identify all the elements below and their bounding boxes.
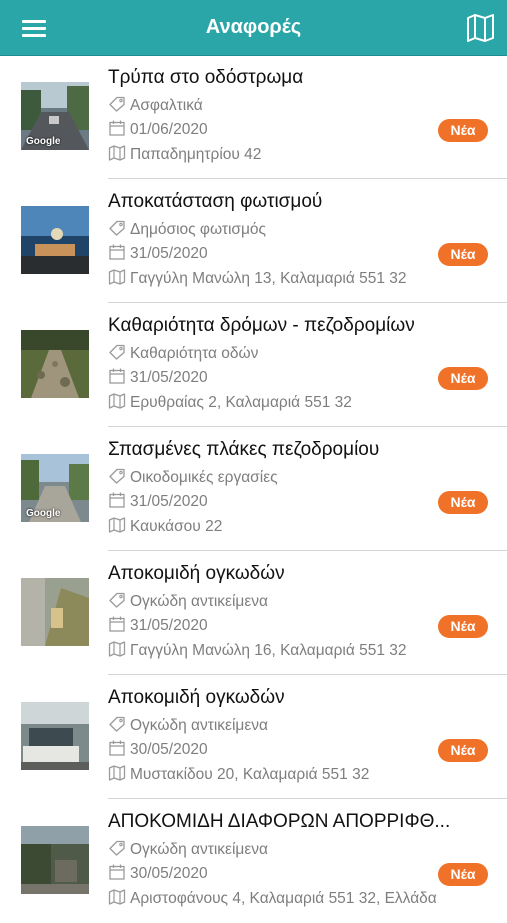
map-icon (108, 765, 126, 781)
report-date: 30/05/2020 (108, 864, 208, 883)
report-item[interactable]: ΑΠΟΚΟΜΙΔΗ ΔΙΑΦΟΡΩΝ ΑΠΟΡΡΙΦΘ... Ογκώδη αν… (0, 799, 507, 923)
map-icon[interactable] (464, 12, 498, 44)
report-category: Ογκώδη αντικείμενα (108, 592, 268, 611)
status-badge: Νέα (438, 119, 488, 142)
report-category: Ογκώδη αντικείμενα (108, 840, 268, 859)
report-photo: Google (21, 82, 89, 150)
report-category: Ογκώδη αντικείμενα (108, 716, 268, 735)
status-badge: Νέα (438, 367, 488, 390)
address-label: Γαγγύλη Μανώλη 13, Καλαμαριά 551 32 (130, 270, 407, 287)
report-title: Σπασμένες πλάκες πεζοδρομίου (108, 439, 380, 460)
report-address: Ερυθραίας 2, Καλαμαριά 551 32 (108, 393, 352, 412)
date-label: 30/05/2020 (130, 865, 208, 882)
category-label: Καθαριότητα οδών (130, 345, 259, 362)
status-badge: Νέα (438, 863, 488, 886)
map-icon (108, 889, 126, 905)
calendar-icon (108, 492, 126, 508)
category-label: Ογκώδη αντικείμενα (130, 717, 268, 734)
date-label: 31/05/2020 (130, 245, 208, 262)
report-item[interactable]: Google Σπασμένες πλάκες πεζοδρομίου Οικο… (0, 427, 507, 551)
address-label: Ερυθραίας 2, Καλαμαριά 551 32 (130, 394, 352, 411)
report-photo (21, 578, 89, 646)
status-badge: Νέα (438, 491, 488, 514)
category-label: Δημόσιος φωτισμός (130, 221, 267, 238)
tag-icon (108, 96, 126, 112)
calendar-icon (108, 244, 126, 260)
report-title: Καθαριότητα δρόμων - πεζοδρομίων (108, 315, 415, 336)
address-label: Παπαδημητρίου 42 (130, 146, 262, 163)
report-address: Μυστακίδου 20, Καλαμαριά 551 32 (108, 765, 369, 784)
report-title: Αποκομιδή ογκωδών (108, 563, 285, 584)
report-title: ΑΠΟΚΟΜΙΔΗ ΔΙΑΦΟΡΩΝ ΑΠΟΡΡΙΦΘ... (108, 811, 451, 832)
category-label: Ογκώδη αντικείμενα (130, 841, 268, 858)
calendar-icon (108, 120, 126, 136)
category-label: Οικοδομικές εργασίες (130, 469, 278, 486)
report-title: Τρύπα στο οδόστρωμα (108, 67, 304, 88)
calendar-icon (108, 740, 126, 756)
map-icon (108, 145, 126, 161)
report-address: Γαγγύλη Μανώλη 13, Καλαμαριά 551 32 (108, 269, 407, 288)
report-photo (21, 702, 89, 770)
report-category: Δημόσιος φωτισμός (108, 220, 266, 239)
report-date: 31/05/2020 (108, 368, 208, 387)
report-item[interactable]: Google Τρύπα στο οδόστρωμα Ασφαλτικά 01/… (0, 55, 507, 179)
address-label: Μυστακίδου 20, Καλαμαριά 551 32 (130, 766, 370, 783)
report-date: 30/05/2020 (108, 740, 208, 759)
report-address: Αριστοφάνους 4, Καλαμαριά 551 32, Ελλάδα (108, 889, 437, 908)
report-photo (21, 826, 89, 894)
report-address: Γαγγύλη Μανώλη 16, Καλαμαριά 551 32 (108, 641, 407, 660)
tag-icon (108, 468, 126, 484)
calendar-icon (108, 864, 126, 880)
date-label: 01/06/2020 (130, 121, 208, 138)
report-item[interactable]: Καθαριότητα δρόμων - πεζοδρομίων Καθαριό… (0, 303, 507, 427)
tag-icon (108, 344, 126, 360)
report-item[interactable]: Αποκομιδή ογκωδών Ογκώδη αντικείμενα 30/… (0, 675, 507, 799)
address-label: Καυκάσου 22 (130, 518, 223, 535)
date-label: 31/05/2020 (130, 369, 208, 386)
date-label: 31/05/2020 (130, 493, 208, 510)
map-icon (108, 517, 126, 533)
report-photo (21, 206, 89, 274)
map-icon (108, 393, 126, 409)
report-address: Παπαδημητρίου 42 (108, 145, 261, 164)
report-photo (21, 330, 89, 398)
app-bar: Αναφορές (0, 0, 507, 56)
tag-icon (108, 716, 126, 732)
report-category: Ασφαλτικά (108, 96, 203, 115)
report-item[interactable]: Αποκομιδή ογκωδών Ογκώδη αντικείμενα 31/… (0, 551, 507, 675)
report-date: 31/05/2020 (108, 244, 208, 263)
report-category: Καθαριότητα οδών (108, 344, 258, 363)
report-title: Αποκομιδή ογκωδών (108, 687, 285, 708)
map-icon (108, 641, 126, 657)
report-category: Οικοδομικές εργασίες (108, 468, 278, 487)
address-label: Αριστοφάνους 4, Καλαμαριά 551 32, Ελλάδα (130, 890, 437, 907)
category-label: Ογκώδη αντικείμενα (130, 593, 268, 610)
category-label: Ασφαλτικά (130, 97, 203, 114)
status-badge: Νέα (438, 739, 488, 762)
address-label: Γαγγύλη Μανώλη 16, Καλαμαριά 551 32 (130, 642, 407, 659)
tag-icon (108, 840, 126, 856)
google-watermark: Google (26, 508, 61, 519)
tag-icon (108, 592, 126, 608)
tag-icon (108, 220, 126, 236)
date-label: 30/05/2020 (130, 741, 208, 758)
status-badge: Νέα (438, 615, 488, 638)
map-icon (108, 269, 126, 285)
report-date: 31/05/2020 (108, 616, 208, 635)
report-item[interactable]: Αποκατάσταση φωτισμού Δημόσιος φωτισμός … (0, 179, 507, 303)
calendar-icon (108, 368, 126, 384)
reports-list: Google Τρύπα στο οδόστρωμα Ασφαλτικά 01/… (0, 55, 507, 923)
date-label: 31/05/2020 (130, 617, 208, 634)
calendar-icon (108, 616, 126, 632)
page-title: Αναφορές (205, 16, 302, 38)
report-photo: Google (21, 454, 89, 522)
report-title: Αποκατάσταση φωτισμού (108, 191, 323, 212)
report-address: Καυκάσου 22 (108, 517, 222, 536)
report-date: 01/06/2020 (108, 120, 208, 139)
status-badge: Νέα (438, 243, 488, 266)
report-date: 31/05/2020 (108, 492, 208, 511)
google-watermark: Google (26, 136, 61, 147)
